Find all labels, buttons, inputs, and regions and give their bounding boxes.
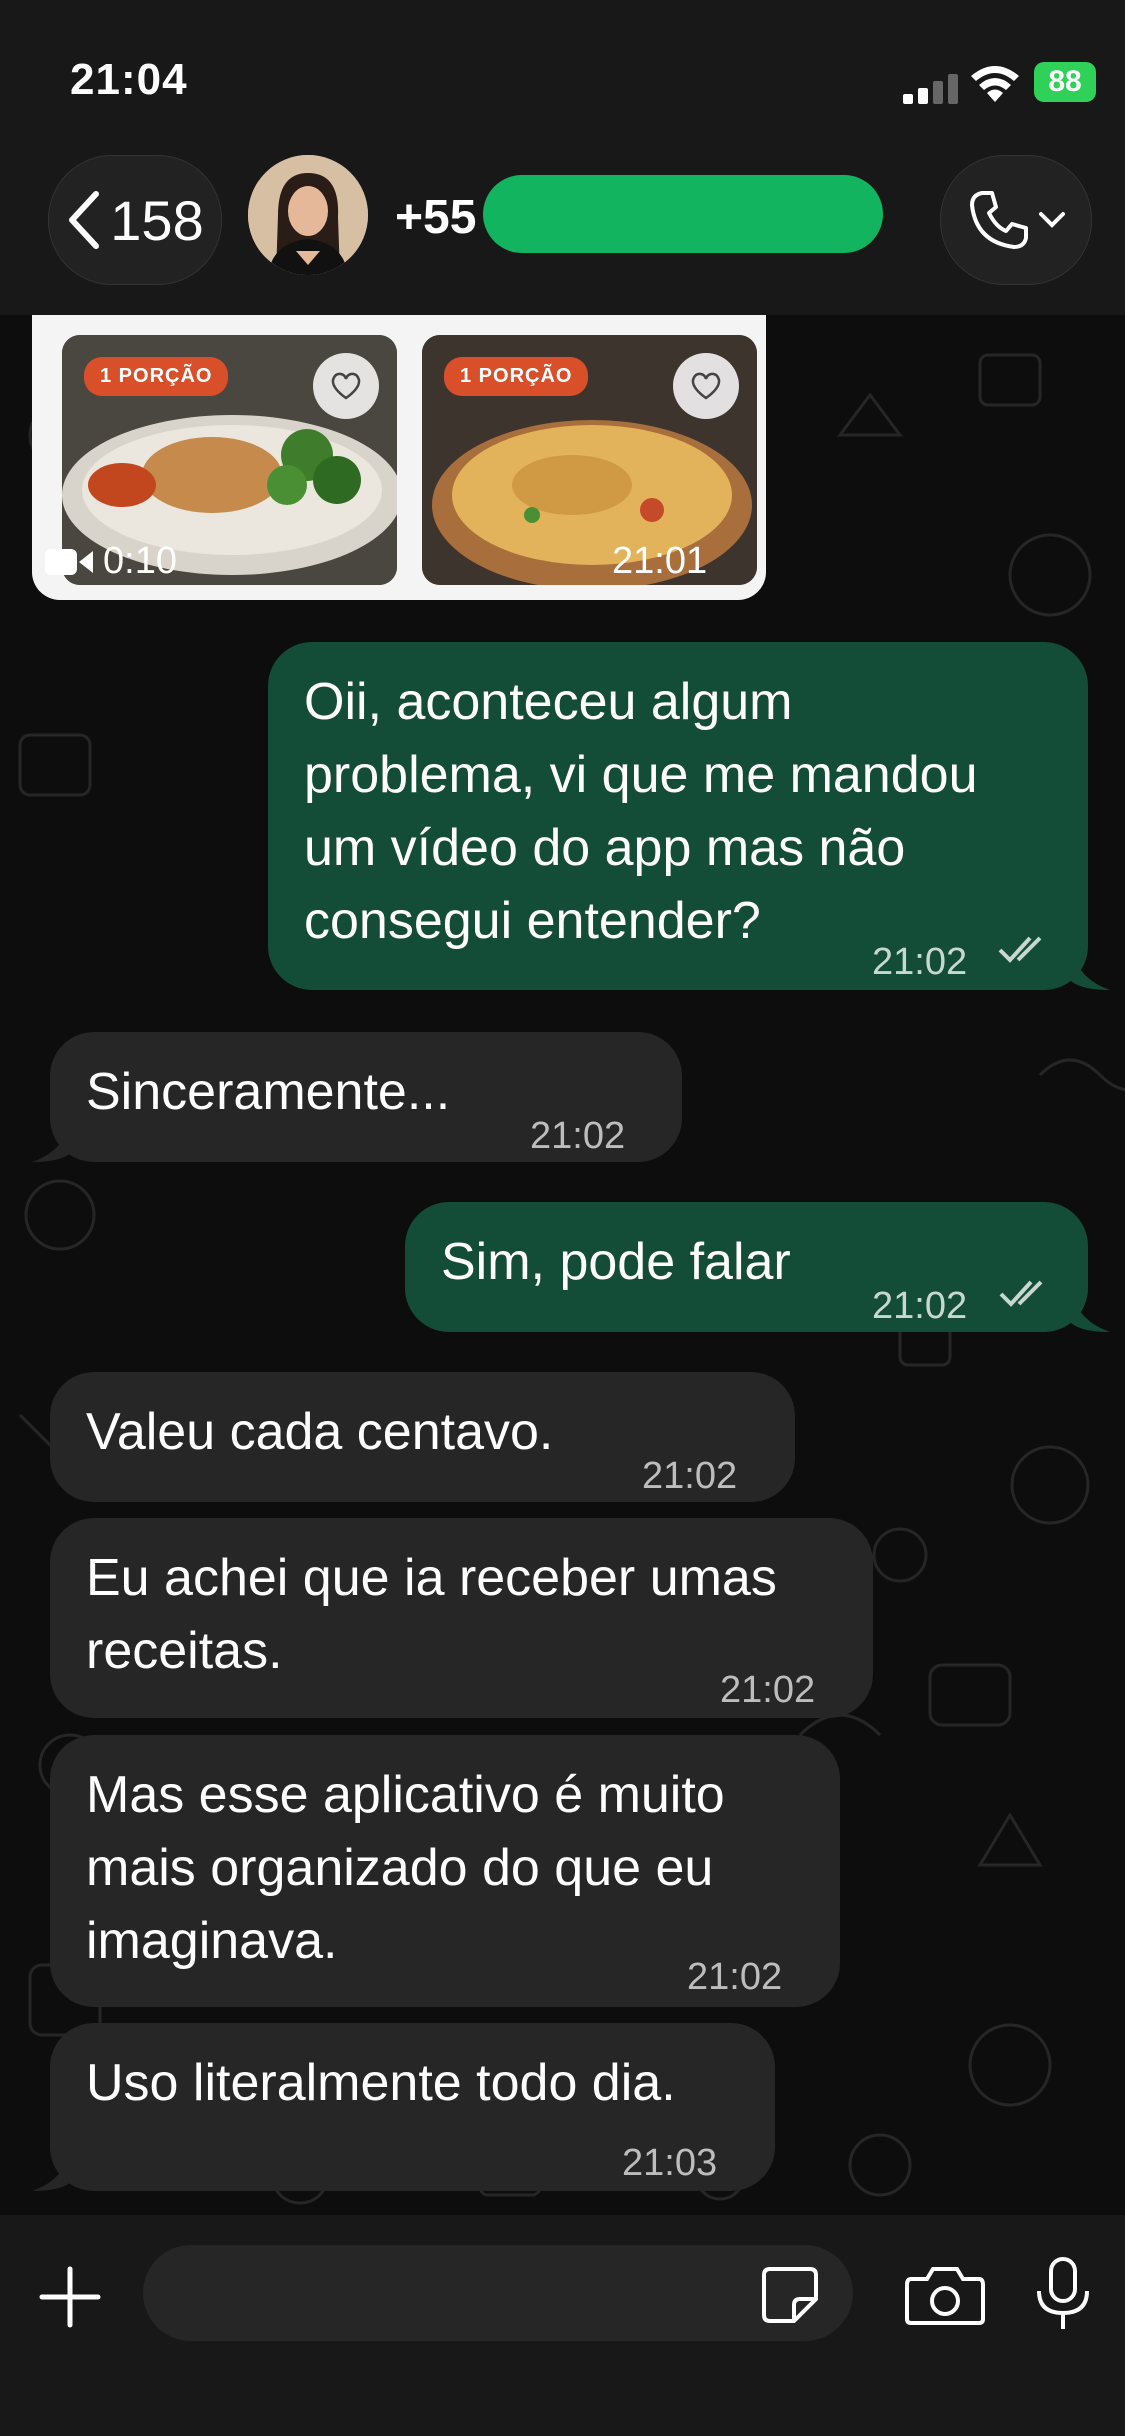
unread-count: 158 [110,188,204,252]
message-incoming[interactable]: Eu achei que ia receber umas receitas. 2… [50,1518,873,1718]
message-input[interactable] [143,2245,853,2341]
redacted-number [483,175,883,253]
back-button[interactable]: 158 [48,155,222,285]
heart-icon [691,372,721,400]
phone-icon [970,191,1028,249]
message-time: 21:02 [642,1455,738,1497]
message-text: Mas esse aplicativo é muito mais organiz… [86,1766,725,1970]
message-outgoing[interactable]: Sim, pode falar 21:02 [405,1202,1088,1332]
message-outgoing[interactable]: Oii, aconteceu algum problema, vi que me… [268,642,1088,990]
message-time: 21:02 [872,941,968,983]
message-time: 21:02 [530,1115,626,1157]
message-time: 21:03 [622,2142,718,2184]
portion-badge: 1 PORÇÃO [84,357,229,396]
double-check-icon [999,1280,1043,1307]
plus-icon[interactable] [38,2265,102,2329]
media-timestamp: 21:01 [612,540,708,582]
heart-icon [331,372,361,400]
message-incoming[interactable]: Sinceramente... 21:02 [50,1032,682,1162]
wifi-icon [971,66,1019,102]
chevron-down-icon [1039,212,1065,228]
bubble-tail [1070,1292,1110,1332]
double-check-icon [998,936,1042,963]
status-time: 21:04 [70,55,188,104]
message-incoming[interactable]: Uso literalmente todo dia. 21:03 [50,2023,775,2191]
composer-bar [0,2215,1125,2436]
message-text: Eu achei que ia receber umas receitas. [86,1549,777,1680]
portion-badge: 1 PORÇÃO [444,357,589,396]
video-camera-icon [45,548,93,575]
message-text: Sinceramente... [86,1063,451,1121]
message-text: Sim, pode falar [441,1233,791,1291]
contact-avatar[interactable] [248,155,368,275]
message-text: Valeu cada centavo. [86,1403,554,1461]
sticker-icon[interactable] [760,2265,820,2325]
battery-indicator: 88 [1034,62,1096,102]
message-time: 21:02 [720,1669,816,1711]
call-button[interactable] [940,155,1092,285]
contact-name[interactable]: +55 [395,190,476,245]
bubble-tail [32,1122,72,1162]
video-duration: 0:10 [45,540,177,583]
message-incoming[interactable]: Mas esse aplicativo é muito mais organiz… [50,1735,840,2007]
camera-icon[interactable] [905,2263,985,2327]
video-duration-text: 0:10 [103,540,177,582]
message-incoming[interactable]: Valeu cada centavo. 21:02 [50,1372,795,1502]
message-text: Oii, aconteceu algum problema, vi que me… [304,673,978,950]
microphone-icon[interactable] [1035,2257,1091,2331]
favorite-button[interactable] [313,353,379,419]
favorite-button[interactable] [673,353,739,419]
bubble-tail [32,2151,72,2191]
bubble-tail [1070,950,1110,990]
message-text: Uso literalmente todo dia. [86,2054,676,2112]
message-time: 21:02 [687,1956,783,1998]
back-chevron-icon [69,191,100,249]
chat-header: 21:04 88 158 +55 [0,0,1125,315]
message-time: 21:02 [872,1285,968,1327]
signal-icon [903,74,958,104]
